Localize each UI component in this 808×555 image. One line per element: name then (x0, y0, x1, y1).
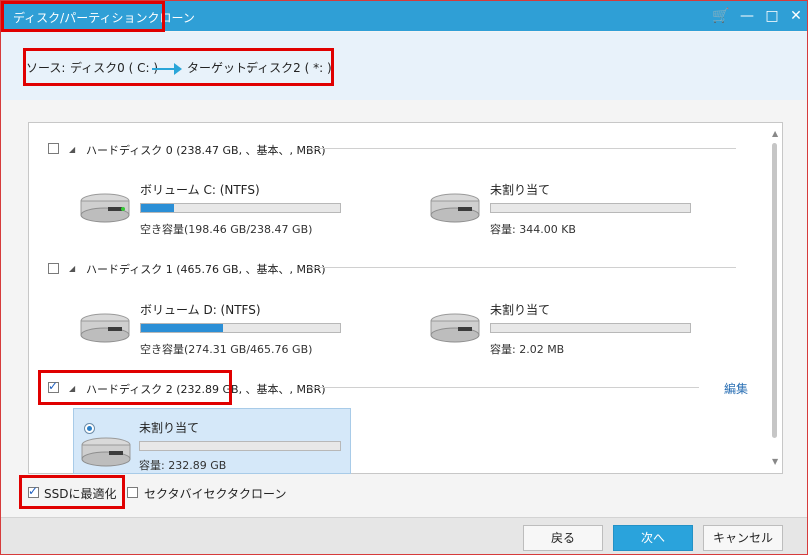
maximize-icon[interactable]: □ (763, 7, 781, 25)
usage-bar (140, 203, 341, 213)
hard-drive-icon (78, 311, 132, 347)
partition-unallocated-0[interactable]: 未割り当て 容量: 344.00 KB (428, 177, 718, 241)
hard-drive-icon (428, 191, 482, 227)
partition-info: 容量: 2.02 MB (490, 343, 565, 356)
partition-d[interactable]: ボリューム D: (NTFS) 空き容量(274.31 GB/465.76 GB… (78, 297, 368, 361)
usage-bar (140, 323, 341, 333)
partition-info: 容量: 344.00 KB (490, 223, 576, 236)
collapse-triangle-icon[interactable]: ◢ (69, 145, 75, 154)
partition-info: 空き容量(274.31 GB/465.76 GB) (140, 343, 313, 356)
cart-icon[interactable]: 🛒 (712, 7, 730, 25)
disk-label: ハードディスク 0 (238.47 GB, 、基本、, MBR) (86, 144, 326, 157)
partition-info: 空き容量(198.46 GB/238.47 GB) (140, 223, 313, 236)
edit-link[interactable]: 編集 (724, 380, 748, 397)
partition-name: 未割り当て (139, 421, 200, 435)
partition-info: 容量: 232.89 GB (139, 459, 227, 472)
disk-checkbox-0[interactable] (48, 143, 59, 154)
usage-bar (490, 323, 691, 333)
usage-bar (490, 203, 691, 213)
partition-unallocated-2-selected[interactable]: 未割り当て 容量: 232.89 GB (73, 408, 351, 474)
highlight-title (1, 1, 165, 32)
hard-drive-icon (78, 191, 132, 227)
highlight-ssd (19, 475, 125, 509)
collapse-triangle-icon[interactable]: ◢ (69, 264, 75, 273)
close-icon[interactable]: ✕ (787, 7, 805, 25)
sector-clone-checkbox[interactable] (127, 487, 138, 498)
partition-name: ボリューム C: (NTFS) (140, 183, 260, 197)
usage-bar (139, 441, 341, 451)
disk-label: ハードディスク 1 (465.76 GB, 、基本、, MBR) (86, 263, 326, 276)
divider (306, 267, 736, 268)
footer-bar: 戻る 次へ キャンセル (1, 517, 807, 554)
hard-drive-icon (428, 311, 482, 347)
usage-fill (141, 204, 175, 212)
highlight-disk2 (38, 370, 232, 405)
partition-c[interactable]: ボリューム C: (NTFS) 空き容量(198.46 GB/238.47 GB… (78, 177, 368, 241)
hard-drive-icon (79, 435, 133, 471)
partition-unallocated-1[interactable]: 未割り当て 容量: 2.02 MB (428, 297, 718, 361)
divider (306, 148, 736, 149)
clone-window: ディスク/パーティションクローン 🛒 — □ ✕ ソース: ディスク0 ( C:… (0, 0, 808, 555)
scroll-down-icon[interactable]: ▼ (772, 457, 778, 466)
disk-checkbox-1[interactable] (48, 263, 59, 274)
scroll-thumb[interactable] (772, 143, 777, 438)
back-button[interactable]: 戻る (523, 525, 603, 551)
cancel-button[interactable]: キャンセル (703, 525, 783, 551)
sector-clone-label[interactable]: セクタバイセクタクローン (144, 485, 286, 502)
highlight-source-target (23, 48, 334, 86)
partition-name: 未割り当て (490, 183, 551, 197)
partition-radio[interactable] (84, 423, 95, 434)
minimize-icon[interactable]: — (738, 7, 756, 25)
disk-header-0[interactable]: ◢ ハードディスク 0 (238.47 GB, 、基本、, MBR) (29, 140, 749, 160)
scroll-up-icon[interactable]: ▲ (772, 129, 778, 138)
divider (306, 387, 699, 388)
usage-fill (141, 324, 223, 332)
partition-name: 未割り当て (490, 303, 551, 317)
disk-header-1[interactable]: ◢ ハードディスク 1 (465.76 GB, 、基本、, MBR) (29, 259, 749, 279)
partition-name: ボリューム D: (NTFS) (140, 303, 261, 317)
scrollbar[interactable]: ▲ ▼ (771, 129, 779, 466)
next-button[interactable]: 次へ (613, 525, 693, 551)
